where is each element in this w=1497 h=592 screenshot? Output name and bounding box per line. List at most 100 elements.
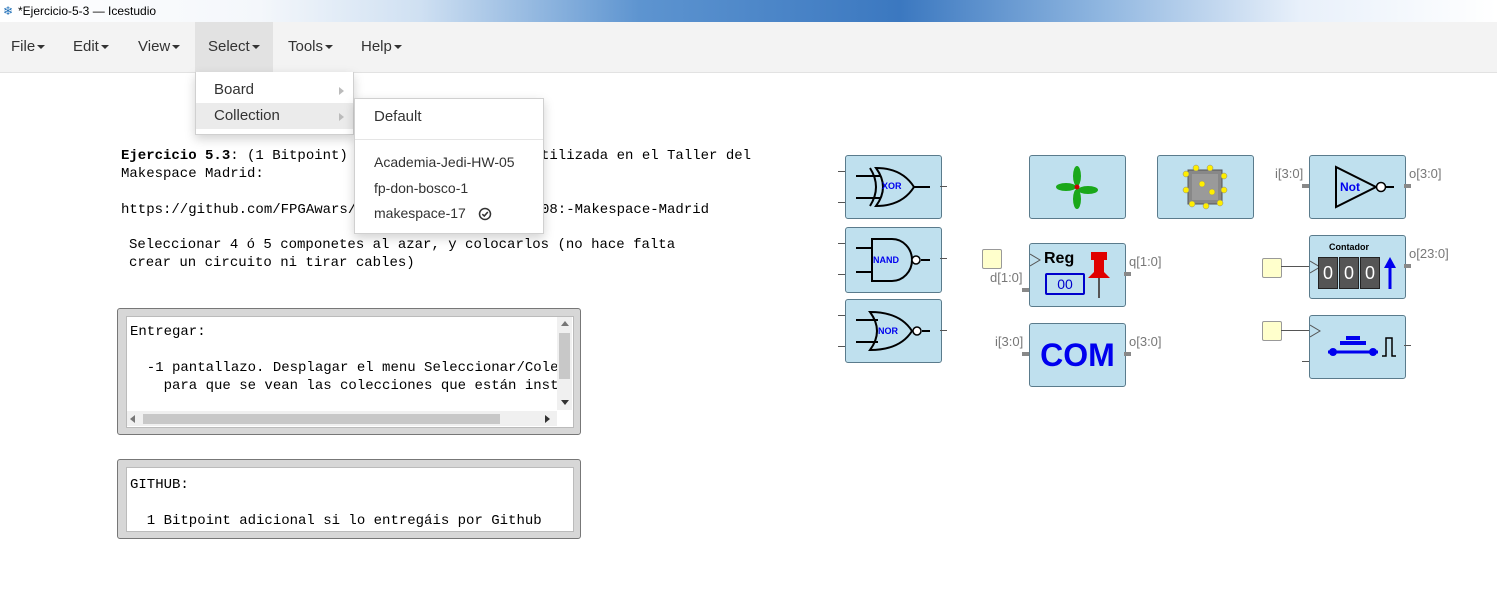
counter-output-label: o[23:0] [1409, 246, 1449, 261]
com-label: COM [1040, 337, 1115, 373]
not-gate-block[interactable]: Not [1309, 155, 1406, 219]
scroll-down-icon[interactable] [561, 400, 569, 405]
xor-in-a-pin [838, 171, 845, 172]
counter-digit: 0 [1339, 257, 1359, 289]
info-textarea-github[interactable]: GITHUB: 1 Bitpoint adicional si lo entre… [126, 467, 574, 532]
counter-title: Contador [1329, 242, 1369, 252]
nand-gate-block[interactable]: NAND [845, 227, 942, 293]
collection-item-academia[interactable]: Academia-Jedi-HW-05 [355, 149, 515, 175]
exercise-url-right: 08:-Makespace-Madrid [541, 202, 710, 218]
reg-in-pin [1022, 288, 1029, 292]
nand-out-pin [940, 258, 947, 259]
collection-item-makespace[interactable]: makespace-17 [355, 200, 492, 226]
register-block[interactable]: Reg 00 [1029, 243, 1126, 307]
menu-view[interactable]: View [138, 22, 181, 72]
chip-block[interactable] [1157, 155, 1254, 219]
github-line-1: GITHUB: [130, 477, 189, 493]
icestudio-logo-icon: ❄ [3, 4, 14, 18]
com-input-label: i[3:0] [995, 334, 1024, 349]
counter-digit: 0 [1360, 257, 1380, 289]
instructions-line-1: Seleccionar 4 ó 5 componetes al azar, y … [129, 237, 676, 253]
window-title: *Ejercicio-5-3 — Icestudio [18, 4, 157, 18]
menu-bar: File Edit View Select Tools Help [0, 22, 1497, 73]
textarea-line-3: para que se vean las colecciones que est… [130, 378, 567, 394]
menu-tools[interactable]: Tools [288, 22, 334, 72]
vertical-scrollbar[interactable] [557, 317, 572, 410]
xor-out-pin [940, 186, 947, 187]
com-output-label: o[3:0] [1129, 334, 1162, 349]
nor-in-b-pin [838, 346, 845, 347]
nor-in-a-pin [838, 315, 845, 316]
reg-output-label: q[1:0] [1129, 254, 1162, 269]
caret-down-icon [37, 45, 46, 50]
exercise-desc-left: : (1 Bitpoint) I [230, 148, 365, 164]
not-in-pin [1302, 184, 1309, 188]
nand-label: NAND [873, 255, 899, 265]
exercise-desc-right: tilizada en el Taller del [541, 148, 752, 164]
submenu-divider [355, 139, 543, 140]
caret-down-icon [251, 45, 260, 50]
menu-tools-label: Tools [288, 38, 324, 55]
not-label: Not [1340, 180, 1360, 194]
chip-icon [1182, 164, 1228, 210]
menu-edit[interactable]: Edit [73, 22, 109, 72]
scrollbar-thumb[interactable] [559, 333, 570, 379]
horizontal-scrollbar[interactable] [127, 411, 557, 426]
menu-item-collection-label: Collection [214, 107, 280, 124]
com-block[interactable]: COM [1029, 323, 1126, 387]
select-dropdown-menu: Board Collection [195, 72, 354, 135]
menu-select[interactable]: Select [195, 22, 273, 72]
xor-label: XOR [882, 181, 902, 191]
scroll-up-icon[interactable] [561, 321, 569, 326]
window-titlebar: ❄ *Ejercicio-5-3 — Icestudio [0, 0, 1497, 22]
not-input-label: i[3:0] [1275, 166, 1304, 181]
menu-select-label: Select [208, 38, 250, 55]
reg-value-display: 00 [1045, 273, 1085, 295]
exercise-location: Makespace Madrid: [121, 166, 264, 182]
menu-file[interactable]: File [11, 22, 46, 72]
menu-help[interactable]: Help [361, 22, 402, 72]
button-in-pin [1302, 361, 1309, 362]
menu-item-collection[interactable]: Collection [196, 103, 353, 129]
not-out-pin [1404, 184, 1411, 188]
nor-gate-block[interactable]: NOR [845, 299, 942, 363]
collection-item-default[interactable]: Default [355, 104, 422, 130]
check-circle-icon [478, 208, 491, 221]
collection-makespace-label: makespace-17 [374, 205, 466, 221]
caret-down-icon [100, 45, 109, 50]
reg-out-pin [1124, 272, 1131, 276]
menu-item-board[interactable]: Board [196, 77, 353, 103]
exercise-url-left: https://github.com/FPGAwars/ [121, 202, 357, 218]
submenu-arrow-icon [339, 87, 344, 95]
info-block-github: GITHUB: 1 Bitpoint adicional si lo entre… [117, 459, 581, 539]
hscrollbar-thumb[interactable] [143, 414, 500, 424]
info-textarea-entregar[interactable]: Entregar: -1 pantallazo. Desplagar el me… [126, 316, 574, 428]
reg-clock-input[interactable] [982, 249, 1002, 269]
pushpin-icon [1088, 252, 1110, 298]
info-block-entregar: Entregar: -1 pantallazo. Desplagar el me… [117, 308, 581, 435]
textarea-line-1: Entregar: [130, 324, 206, 340]
collection-default-label: Default [374, 108, 422, 125]
menu-item-board-label: Board [214, 81, 255, 98]
button-in-wire [1281, 330, 1309, 331]
scroll-right-icon[interactable] [545, 415, 550, 423]
counter-in-wire [1281, 266, 1309, 267]
xor-gate-block[interactable]: XOR [845, 155, 942, 219]
collection-item-fp-don-bosco[interactable]: fp-don-bosco-1 [355, 175, 468, 201]
clover-block[interactable] [1029, 155, 1126, 219]
button-pulse-block[interactable] [1309, 315, 1406, 379]
clover-icon [1056, 166, 1098, 209]
com-in-pin [1022, 352, 1029, 356]
not-output-label: o[3:0] [1409, 166, 1442, 181]
exercise-heading: Ejercicio 5.3: (1 Bitpoint) I [121, 147, 365, 165]
scroll-left-icon[interactable] [130, 415, 135, 423]
submenu-arrow-icon [339, 113, 344, 121]
nor-out-pin [940, 330, 947, 331]
nand-in-a-pin [838, 243, 845, 244]
nor-label: NOR [878, 326, 898, 336]
button-clock-input[interactable] [1262, 321, 1282, 341]
caret-down-icon [393, 45, 402, 50]
counter-block[interactable]: Contador 0 0 0 [1309, 235, 1406, 299]
nand-in-b-pin [838, 274, 845, 275]
counter-clock-input[interactable] [1262, 258, 1282, 278]
